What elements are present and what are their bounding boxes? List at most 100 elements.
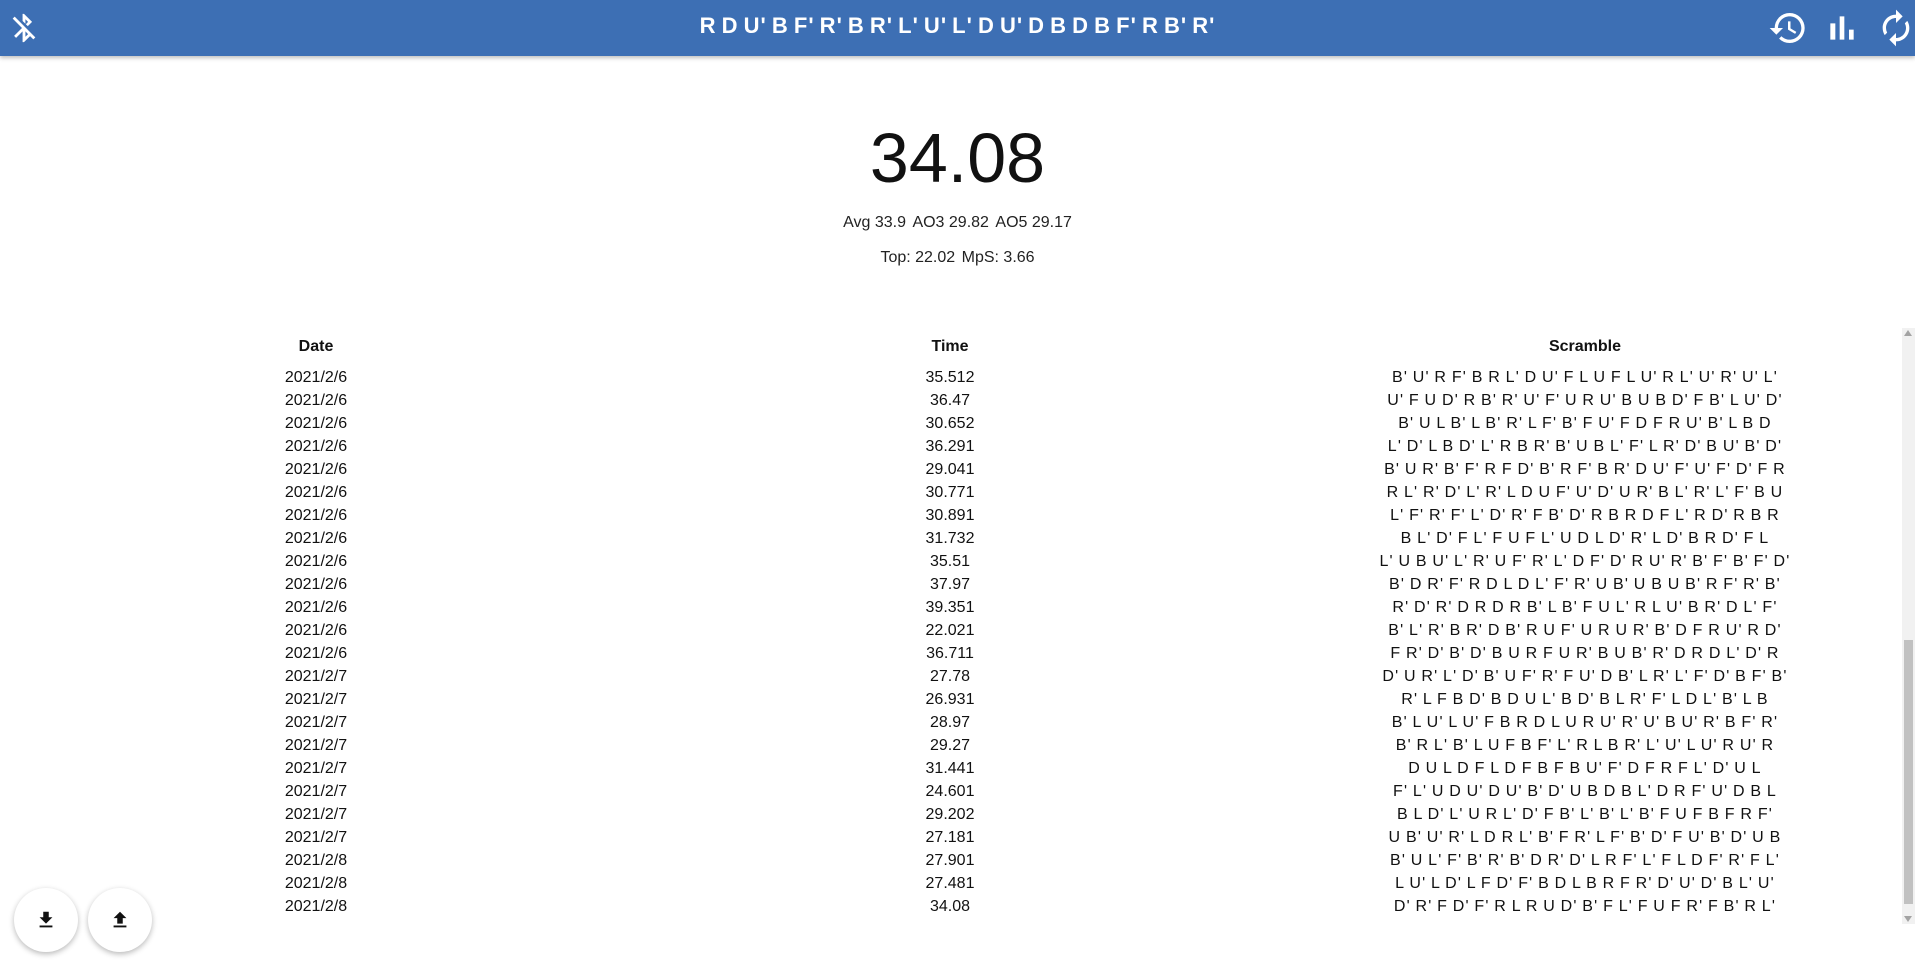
table-scrollbar[interactable] [1902,328,1915,924]
scrollbar-thumb[interactable] [1904,640,1913,904]
cell-date: 2021/2/6 [284,483,348,501]
table-row[interactable]: 2021/2/6 22.021 B' L' R' B R' D B' R U F' … [0,619,1902,642]
stat-ao5: AO5 29.17 [995,214,1072,231]
solves-table: Date Time Scramble 2021/2/6 35.512 B' U' R… [0,328,1902,918]
timer-display: 34.08 [869,119,1046,197]
table-row[interactable]: 2021/2/6 31.732 B L' D' F L' F U F L' U D … [0,527,1902,550]
cell-time: 36.291 [925,437,975,455]
download-button[interactable] [14,888,78,952]
table-header-row: Date Time Scramble [0,328,1902,366]
cell-date: 2021/2/6 [284,437,348,455]
app-bar: R D U' B F' R' B R' L' U' L' D U' D B D … [0,0,1915,56]
table-row[interactable]: 2021/2/6 35.51 L' U B U' L' R' U F' R' L' … [0,550,1902,573]
table-row[interactable]: 2021/2/7 24.601 F' L' U D U' D U' B' D' U … [0,780,1902,803]
cell-scramble: R L' R' D' L' R' L D U F' U' D' U R' B L… [1386,483,1784,501]
scroll-down-arrow-icon[interactable] [1904,916,1912,922]
cell-scramble: R' D' R' D R D R B' L B' F U L' R L U' B… [1392,598,1778,616]
bar-chart-icon[interactable] [1820,6,1864,50]
upload-icon [113,911,127,928]
cell-time: 30.652 [925,414,975,432]
refresh-icon[interactable] [1874,6,1915,50]
cell-date: 2021/2/6 [284,644,348,662]
table-row[interactable]: 2021/2/6 36.47 U' F U D' R B' R' U' F' U R… [0,389,1902,412]
stat-avg: Avg 33.9 [843,214,906,231]
cell-date: 2021/2/7 [284,828,348,846]
cell-date: 2021/2/7 [284,736,348,754]
table-row[interactable]: 2021/2/7 29.202 B L D' L' U R L' D' F B' L… [0,803,1902,826]
table-row[interactable]: 2021/2/8 27.481 L U' L D' L F D' F' B D L … [0,872,1902,895]
cell-scramble: B' U L' F' B' R' B' D R' D' L R F' L' F … [1389,851,1781,869]
cell-scramble: F' L' U D U' D U' B' D' U B D B L' D R F… [1393,782,1777,800]
cell-scramble: F R' D' B' D' B U R F U R' B U B' R' D R… [1390,644,1780,662]
cell-time: 24.601 [925,782,975,800]
cell-date: 2021/2/8 [284,874,348,892]
cell-scramble: D' R' F D' F' R L R U D' B' F L' F U F R… [1393,897,1777,915]
stat-top: Top: 22.02 [880,249,956,266]
table-row[interactable]: 2021/2/8 27.901 B' U L' F' B' R' B' D R' D… [0,849,1902,872]
table-row[interactable]: 2021/2/6 29.041 B' U R' B' F' R F D' B' R … [0,458,1902,481]
cell-scramble: B' U R' B' F' R F D' B' R F' B R' D U' F… [1384,460,1786,478]
upload-button[interactable] [88,888,152,952]
cell-time: 27.901 [925,851,975,869]
cell-scramble: D' U R' L' D' B' U F' R' F U' D B' L R' … [1382,667,1788,685]
cell-time: 31.441 [925,759,975,777]
cell-date: 2021/2/6 [284,575,348,593]
table-row[interactable]: 2021/2/7 27.78 D' U R' L' D' B' U F' R' F … [0,665,1902,688]
cell-scramble: U B' U' R' L D R L' B' F R' L F' B' D' F… [1388,828,1782,846]
solves-table-container[interactable]: Date Time Scramble 2021/2/6 35.512 B' U' R… [0,328,1902,924]
cell-scramble: B' R L' B' L U F B F' L' R L B R' L' U' … [1395,736,1775,754]
table-row[interactable]: 2021/2/7 28.97 B' L U' L U' F B R D L U R … [0,711,1902,734]
cell-scramble: B' U L B' L B' R' L F' B' F U' F D F R U… [1398,414,1772,432]
history-icon[interactable] [1766,6,1810,50]
cell-date: 2021/2/7 [284,667,348,685]
table-row[interactable]: 2021/2/6 36.711 F R' D' B' D' B U R F U R'… [0,642,1902,665]
table-row[interactable]: 2021/2/6 30.771 R L' R' D' L' R' L D U F' … [0,481,1902,504]
table-row[interactable]: 2021/2/6 30.891 L' F' R' F' L' D' R' F B' … [0,504,1902,527]
table-row[interactable]: 2021/2/7 31.441 D U L D F L D F B F B U' F… [0,757,1902,780]
table-row[interactable]: 2021/2/6 30.652 B' U L B' L B' R' L F' B' … [0,412,1902,435]
cell-time: 29.041 [925,460,975,478]
cell-time: 27.181 [925,828,975,846]
table-row[interactable]: 2021/2/6 35.512 B' U' R F' B R L' D U' F L… [0,366,1902,389]
current-scramble: R D U' B F' R' B R' L' U' L' D U' D B D … [699,13,1216,38]
cell-date: 2021/2/6 [284,529,348,547]
cell-time: 37.97 [929,575,971,593]
cell-date: 2021/2/6 [284,368,348,386]
table-row[interactable]: 2021/2/6 39.351 R' D' R' D R D R B' L B' F… [0,596,1902,619]
cell-date: 2021/2/6 [284,460,348,478]
cell-time: 36.47 [929,391,971,409]
cell-time: 29.202 [925,805,975,823]
cell-date: 2021/2/6 [284,621,348,639]
table-row[interactable]: 2021/2/7 29.27 B' R L' B' L U F B F' L' R … [0,734,1902,757]
cell-scramble: B' L U' L U' F B R D L U R U' R' U' B U'… [1391,713,1779,731]
cell-time: 27.481 [925,874,975,892]
cell-scramble: B L D' L' U R L' D' F B' L' B' L' B' F U… [1396,805,1774,823]
cell-time: 28.97 [929,713,971,731]
cell-time: 30.771 [925,483,975,501]
cell-scramble: B' U' R F' B R L' D U' F L U F L U' R L'… [1392,368,1778,386]
table-row[interactable]: 2021/2/7 27.181 U B' U' R' L D R L' B' F R… [0,826,1902,849]
download-icon [39,911,53,928]
top-stats: Top: 22.02 MpS: 3.66 [0,249,1915,267]
cell-scramble: L' F' R' F' L' D' R' F B' D' R B R D F L… [1390,506,1780,524]
cell-date: 2021/2/7 [284,690,348,708]
cell-time: 31.732 [925,529,975,547]
cell-scramble: L U' L D' L F D' F' B D L B R F R' D' U'… [1395,874,1775,892]
scroll-up-arrow-icon[interactable] [1904,330,1912,336]
cell-scramble: U' F U D' R B' R' U' F' U R U' B U B D' … [1387,391,1783,409]
cell-date: 2021/2/7 [284,805,348,823]
cell-time: 26.931 [925,690,975,708]
cell-scramble: L' D' L B D' L' R B R' B' U B L' F' L R'… [1387,437,1783,455]
column-header-date: Date [298,338,334,355]
cell-time: 39.351 [925,598,975,616]
cell-date: 2021/2/6 [284,391,348,409]
cell-date: 2021/2/7 [284,713,348,731]
stat-ao3: AO3 29.82 [912,214,989,231]
cell-time: 34.08 [929,897,971,915]
cell-time: 35.512 [925,368,975,386]
table-row[interactable]: 2021/2/6 37.97 B' D R' F' R D L D L' F' R'… [0,573,1902,596]
table-row[interactable]: 2021/2/7 26.931 R' L F B D' B D U L' B D' … [0,688,1902,711]
table-row[interactable]: 2021/2/8 34.08 D' R' F D' F' R L R U D' B'… [0,895,1902,918]
cell-scramble: B' L' R' B R' D B' R U F' U R U R' B' D … [1388,621,1782,639]
table-row[interactable]: 2021/2/6 36.291 L' D' L B D' L' R B R' B' … [0,435,1902,458]
